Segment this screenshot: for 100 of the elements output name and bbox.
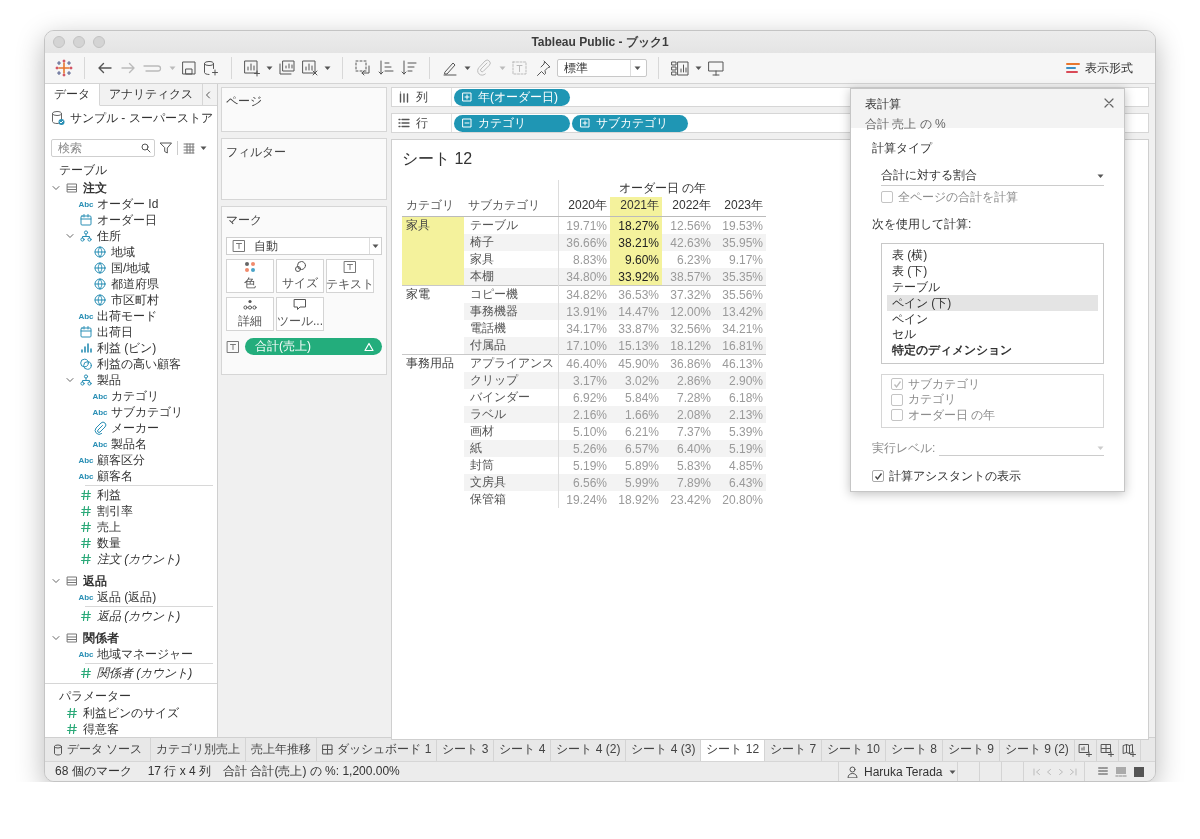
field-label[interactable]: 顧客区分 — [97, 451, 145, 469]
table-cell: 9.60% — [610, 251, 662, 268]
row-header: 椅子 — [464, 234, 558, 251]
tooltip-button[interactable]: ツール... — [276, 297, 324, 331]
field-label[interactable]: 返品 (返品) — [97, 588, 157, 606]
checkbox-label: 計算アシスタントの表示 — [889, 467, 1021, 485]
table-cell: 13.42% — [714, 303, 767, 320]
table-cell: 5.26% — [558, 440, 610, 457]
field-label[interactable]: 利益ビンのサイズ — [83, 704, 179, 722]
text-button[interactable]: テキスト — [326, 259, 374, 293]
field-label: 次を使用して計算: — [872, 216, 973, 233]
fit-dropdown[interactable]: 標準 — [557, 59, 647, 77]
field-label[interactable]: 製品名 — [111, 435, 147, 453]
row-header: 家具 — [464, 251, 558, 268]
table-cell: 35.35% — [714, 268, 767, 286]
list-item[interactable]: ペイン (下) — [887, 295, 1098, 312]
field-label[interactable]: サブカテゴリ — [111, 403, 183, 421]
field-label[interactable]: 地域 — [111, 243, 135, 261]
row-header: ラベル — [464, 406, 558, 423]
field-label[interactable]: 利益の高い顧客 — [97, 355, 181, 373]
list-item[interactable]: ペイン — [887, 311, 1098, 327]
type-icon: Abc — [92, 407, 108, 417]
field-label[interactable]: オーダー Id — [97, 195, 159, 213]
pane-tab[interactable]: アナリティクス — [100, 84, 203, 106]
table-name[interactable]: 返品 — [83, 572, 107, 590]
user-menu[interactable]: Haruka Terada — [838, 762, 958, 781]
table-cell: 36.66% — [558, 234, 610, 251]
column-header: 2023年 — [714, 197, 767, 217]
field-label[interactable]: 市区町村 — [111, 291, 159, 309]
field-label[interactable]: 製品 — [97, 371, 121, 389]
field-label[interactable]: 注文 (カウント) — [97, 550, 181, 568]
field-label[interactable]: 得意客 — [83, 720, 119, 737]
field-label[interactable]: 数量 — [97, 534, 121, 552]
list-item[interactable]: テーブル — [887, 279, 1098, 296]
type-icon: Abc — [78, 471, 94, 481]
detail-button[interactable]: 詳細 — [226, 297, 274, 331]
shelf-label: 行 — [416, 114, 428, 132]
field-label: 計算タイプ — [872, 140, 934, 157]
table-cell: 5.84% — [610, 389, 662, 406]
table-name[interactable]: 関係者 — [83, 629, 119, 647]
field-label[interactable]: 都道府県 — [111, 275, 159, 293]
type-icon: Abc — [78, 455, 94, 465]
list-item[interactable]: 表 (横) — [887, 248, 1098, 264]
data-source-name[interactable]: サンプル - スーパーストア — [70, 109, 213, 127]
field-label[interactable]: 出荷モード — [97, 307, 157, 325]
sheet-tab[interactable]: シート 12 — [701, 738, 766, 761]
field-label[interactable]: カテゴリ — [111, 387, 159, 405]
list-item[interactable]: 特定のディメンション — [887, 342, 1098, 359]
table-cell: 2.86% — [662, 372, 714, 389]
search-field[interactable]: 検索 — [51, 139, 155, 157]
field-label[interactable]: 利益 — [97, 486, 121, 504]
table-cell: 32.56% — [662, 320, 714, 337]
row-header: 本棚 — [464, 268, 558, 286]
row-header: クリップ — [464, 372, 558, 389]
table-cell: 2.08% — [662, 406, 714, 423]
shelf-label: 列 — [416, 88, 428, 106]
field-label[interactable]: 利益 (ビン) — [97, 339, 157, 357]
table-name[interactable]: 注文 — [83, 180, 107, 197]
type-icon: Abc — [78, 311, 94, 321]
table-cell: 5.19% — [714, 440, 767, 457]
table-cell: 34.21% — [714, 320, 767, 337]
row-header: 保管箱 — [464, 491, 558, 508]
field-label[interactable]: オーダー日 — [97, 211, 157, 229]
field-label[interactable]: 関係者 (カウント) — [97, 664, 193, 682]
field-label[interactable]: 割引率 — [97, 502, 133, 520]
field-label[interactable]: 出荷日 — [97, 323, 133, 341]
section-heading: テーブル — [58, 161, 108, 179]
table-cell: 18.92% — [610, 491, 662, 508]
table-cell: 4.85% — [714, 457, 767, 474]
checkbox-label: カテゴリ — [908, 391, 956, 409]
table-cell: 6.21% — [610, 423, 662, 440]
list-item[interactable]: セル — [887, 327, 1098, 343]
table-cell: 12.00% — [662, 303, 714, 320]
field-label[interactable]: 住所 — [97, 227, 121, 245]
table-cell: 33.92% — [610, 268, 662, 286]
checkbox-label: オーダー日 の年 — [908, 406, 996, 424]
field-label[interactable]: 国/地域 — [111, 259, 151, 277]
table-cell: 35.95% — [714, 234, 767, 251]
table-cell: 19.24% — [558, 491, 610, 508]
field-label[interactable]: メーカー — [111, 419, 159, 437]
section-heading: パラメーター — [58, 687, 132, 705]
status-text: 17 行 x 4 列 — [147, 763, 212, 780]
field-label[interactable]: 地域マネージャー — [97, 645, 193, 663]
table-cell: 12.56% — [662, 216, 714, 234]
table-cell: 9.17% — [714, 251, 767, 268]
table-cell: 2.90% — [714, 372, 767, 389]
color-button[interactable]: 色 — [226, 259, 274, 293]
calc-type-dropdown[interactable]: 合計に対する割合 — [881, 166, 1104, 186]
row-header: 付属品 — [464, 337, 558, 355]
list-item[interactable]: 表 (下) — [887, 263, 1098, 280]
column-header: 2021年 — [610, 197, 662, 217]
table-cell: 42.63% — [662, 234, 714, 251]
table-cell: 6.57% — [610, 440, 662, 457]
mark-type-dropdown[interactable]: 自動 — [226, 237, 382, 255]
show-me-button[interactable]: 表示形式 — [1066, 59, 1133, 77]
field-label[interactable]: 売上 — [97, 518, 121, 536]
size-button[interactable]: サイズ — [276, 259, 324, 293]
field-label[interactable]: 顧客名 — [97, 467, 133, 485]
field-label[interactable]: 返品 (カウント) — [97, 607, 181, 625]
table-cell: 7.89% — [662, 474, 714, 491]
